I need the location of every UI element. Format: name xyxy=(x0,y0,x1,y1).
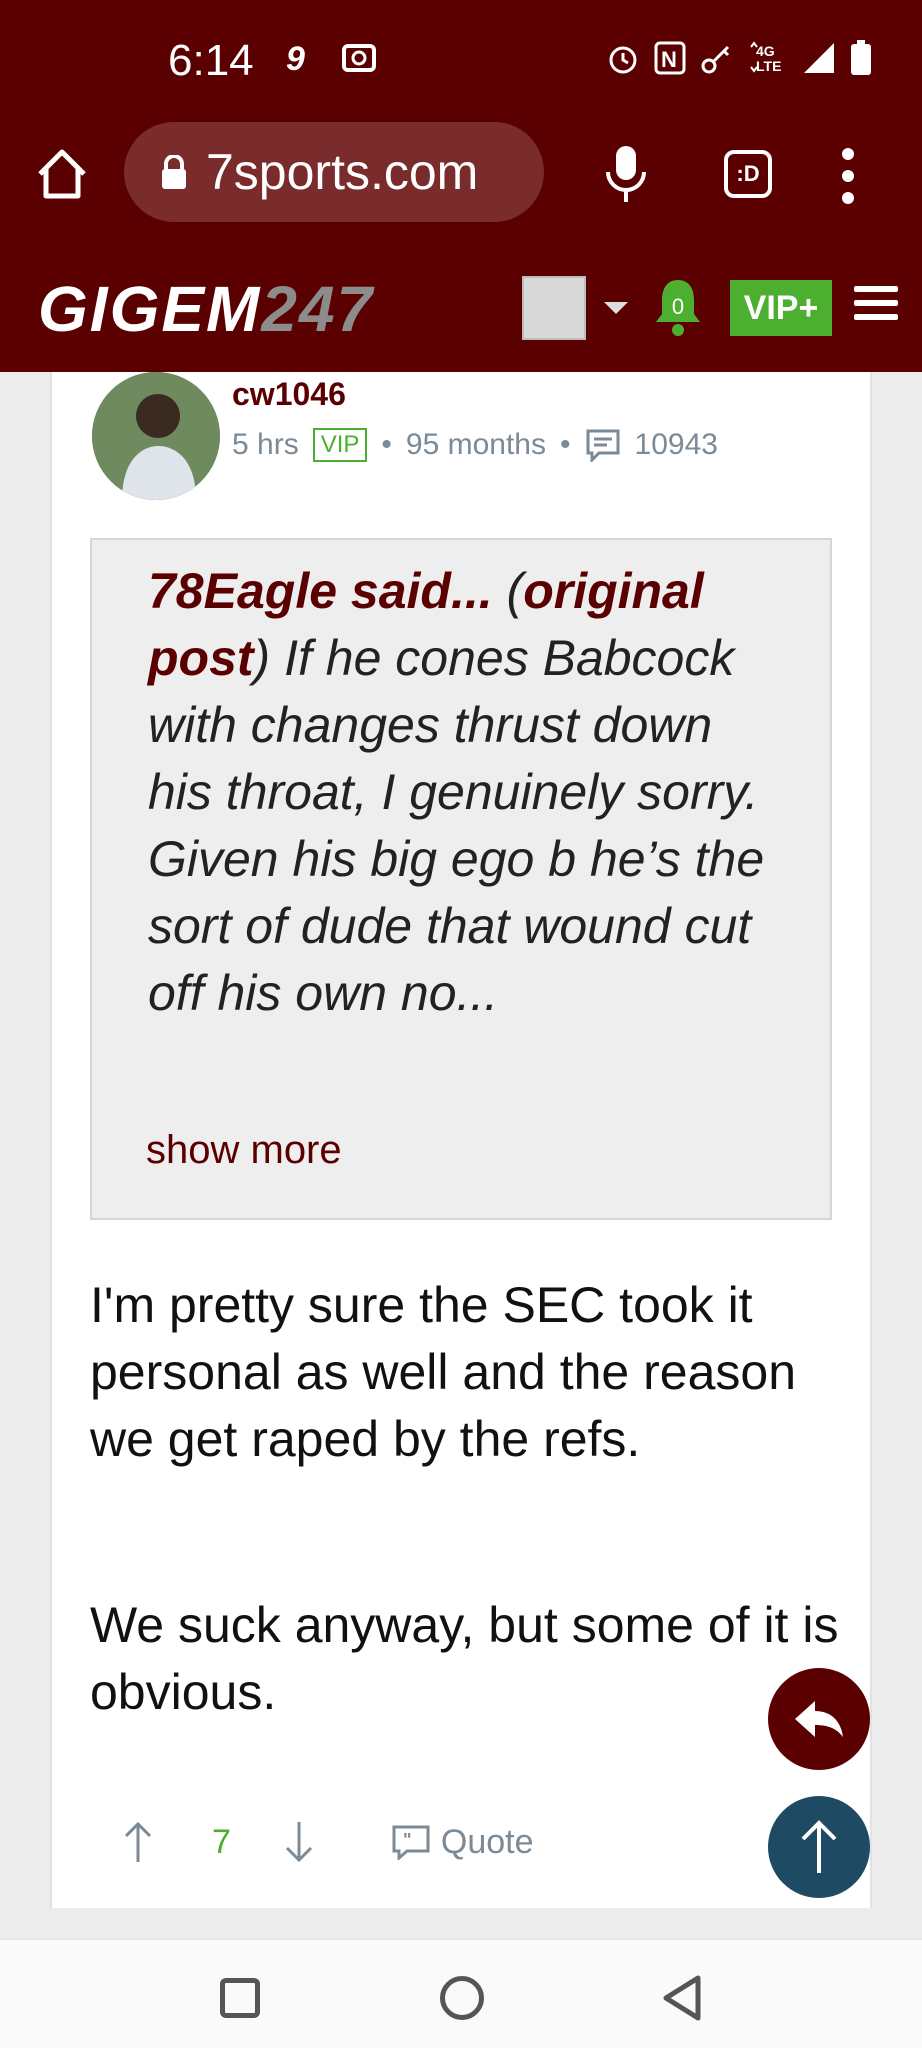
chevron-down-icon[interactable] xyxy=(604,302,628,314)
vote-count: 7 xyxy=(212,1822,231,1861)
site-header: GIGEM247 0 VIP+ xyxy=(0,254,922,372)
svg-text:4G: 4G xyxy=(756,43,775,59)
site-logo[interactable]: GIGEM247 xyxy=(38,272,374,346)
reply-button[interactable] xyxy=(768,1668,870,1770)
quote-author[interactable]: 78Eagle said... xyxy=(148,563,493,619)
svg-text:": " xyxy=(403,1830,412,1850)
scroll-to-top-button[interactable] xyxy=(768,1796,870,1898)
overflow-menu-icon[interactable] xyxy=(842,148,854,204)
nfc-icon: N xyxy=(654,41,686,75)
address-bar[interactable]: 7sports.com xyxy=(124,122,544,222)
status-bar: 6:14 9 N 4G LTE xyxy=(0,0,922,118)
home-circle-icon[interactable] xyxy=(440,1976,484,2020)
poster-avatar[interactable] xyxy=(92,372,220,500)
svg-text:9: 9 xyxy=(286,40,305,74)
post-time: 5 hrs xyxy=(232,428,299,461)
quote-icon: " xyxy=(392,1825,430,1860)
recent-apps-icon[interactable] xyxy=(220,1978,260,2018)
notification-count: 0 xyxy=(672,294,684,319)
tab-switcher-button[interactable]: :D xyxy=(724,150,772,198)
battery-icon xyxy=(851,40,871,75)
hamburger-menu-icon[interactable] xyxy=(854,286,898,326)
svg-text:LTE: LTE xyxy=(756,58,781,74)
post-card: cw1046 5 hrs VIP • 95 months • 10943 78E… xyxy=(50,372,872,1908)
post-body-paragraph: We suck anyway, but some of it is obviou… xyxy=(90,1597,839,1720)
microphone-icon[interactable] xyxy=(604,144,648,204)
poster-username[interactable]: cw1046 xyxy=(232,376,346,413)
notification-bell-icon[interactable]: 0 xyxy=(652,274,704,338)
quote-button[interactable]: " Quote xyxy=(391,1823,534,1862)
url-text: 7sports.com xyxy=(206,144,479,200)
downvote-arrow-icon[interactable] xyxy=(283,1820,315,1864)
vip-button[interactable]: VIP+ xyxy=(730,280,832,336)
vip-badge: VIP xyxy=(312,428,368,462)
status-time: 6:14 xyxy=(168,36,254,85)
reply-icon xyxy=(795,1701,843,1737)
alarm-icon xyxy=(609,46,637,74)
home-icon[interactable] xyxy=(34,146,90,202)
show-more-link[interactable]: show more xyxy=(146,1128,342,1173)
upvote-arrow-icon[interactable] xyxy=(122,1820,154,1864)
back-icon[interactable] xyxy=(660,1974,704,2022)
post-count: 10943 xyxy=(634,428,718,461)
user-avatar[interactable] xyxy=(522,276,586,340)
quote-text: 78Eagle said... (original post) If he co… xyxy=(148,563,765,1021)
svg-text:N: N xyxy=(661,47,677,72)
facebook-messenger-icon: 9 xyxy=(286,40,305,74)
post-meta: 5 hrs VIP • 95 months • 10943 xyxy=(232,428,718,462)
quoted-post: 78Eagle said... (original post) If he co… xyxy=(90,538,832,1220)
lte-icon: 4GLTE xyxy=(750,41,781,74)
member-tenure: 95 months xyxy=(405,428,546,461)
browser-toolbar: 7sports.com :D xyxy=(0,118,922,268)
quote-body: If he cones Babcock with changes thrust … xyxy=(148,630,765,1021)
post-actions: 7 " Quote xyxy=(90,1812,850,1872)
lock-icon xyxy=(162,155,186,189)
system-navigation-bar xyxy=(0,1938,922,2048)
signal-icon xyxy=(804,43,834,73)
radio-icon xyxy=(342,44,376,72)
comment-icon xyxy=(586,429,620,462)
post-body-paragraph: I'm pretty sure the SEC took it personal… xyxy=(90,1277,797,1467)
key-icon xyxy=(701,45,730,74)
arrow-up-icon xyxy=(801,1820,837,1873)
